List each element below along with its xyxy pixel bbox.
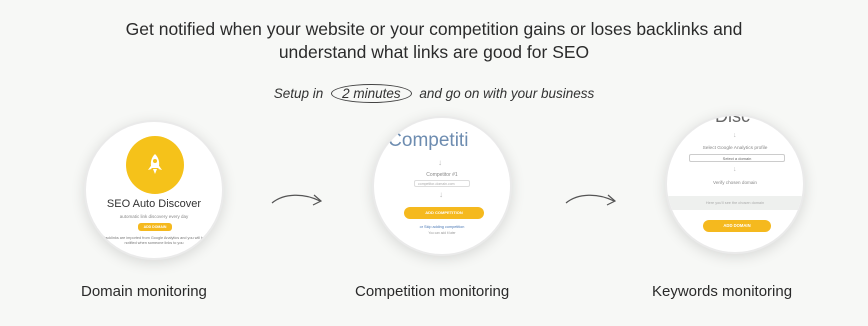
chosen-domain-band: Here you'll see the chosen domain: [667, 196, 803, 210]
arrow-down-icon: ↓: [439, 190, 443, 199]
arrow-right-icon: [271, 194, 323, 206]
preview-title: ur Competiti: [372, 130, 469, 151]
feature-label-domain-monitoring: Domain monitoring: [81, 283, 207, 300]
feature-label-competition-monitoring: Competition monitoring: [355, 283, 510, 300]
skip-note: You can add it later: [428, 231, 456, 235]
headline-line-1: Get notified when your website or your c…: [125, 19, 743, 39]
domain-monitoring-preview: SEO Auto Discover automatic link discove…: [84, 120, 224, 260]
preview-subtitle: automatic link discovery every day: [119, 214, 189, 219]
competitor-label: Competitor #1: [426, 172, 458, 178]
preview-title: uto Disc: [685, 114, 751, 126]
domain-select[interactable]: Select a domain: [689, 154, 785, 162]
add-competition-button[interactable]: ADD COMPETITION: [404, 207, 484, 219]
rocket-badge: [126, 136, 184, 194]
competitor-input[interactable]: competitor-domain.com: [414, 180, 470, 187]
arrow-down-icon: ↓: [733, 132, 737, 139]
arrow-down-icon: ↓: [733, 166, 737, 173]
competition-monitoring-preview: ur Competiti ↓ Competitor #1 competitor-…: [372, 116, 512, 256]
arrow-right-icon: [565, 194, 617, 206]
feature-label-keywords-monitoring: Keywords monitoring: [652, 283, 793, 300]
headline: Get notified when your website or your c…: [0, 18, 868, 64]
preview-title: SEO Auto Discover: [106, 198, 202, 210]
setup-tagline: Setup in 2 minutes and go on with your b…: [0, 84, 868, 103]
verify-domain-label: Verify chosen domain: [713, 180, 757, 185]
skip-competition-link[interactable]: or Skip adding competition: [374, 225, 510, 229]
rocket-icon: [148, 154, 162, 174]
arrow-down-icon: ↓: [438, 158, 442, 167]
setup-prefix: Setup in: [273, 86, 324, 101]
setup-highlight: 2 minutes: [331, 84, 412, 103]
headline-line-2: understand what links are good for SEO: [278, 42, 590, 62]
keywords-monitoring-preview: uto Disc ↓ Select Google Analytics profi…: [665, 114, 805, 254]
preview-note: Backlinks are imported from Google Analy…: [102, 236, 206, 245]
add-domain-button[interactable]: ADD DOMAIN: [138, 223, 172, 231]
setup-suffix: and go on with your business: [419, 86, 595, 101]
select-profile-label: Select Google Analytics profile: [702, 146, 768, 151]
add-domain-button[interactable]: ADD DOMAIN: [703, 220, 771, 232]
